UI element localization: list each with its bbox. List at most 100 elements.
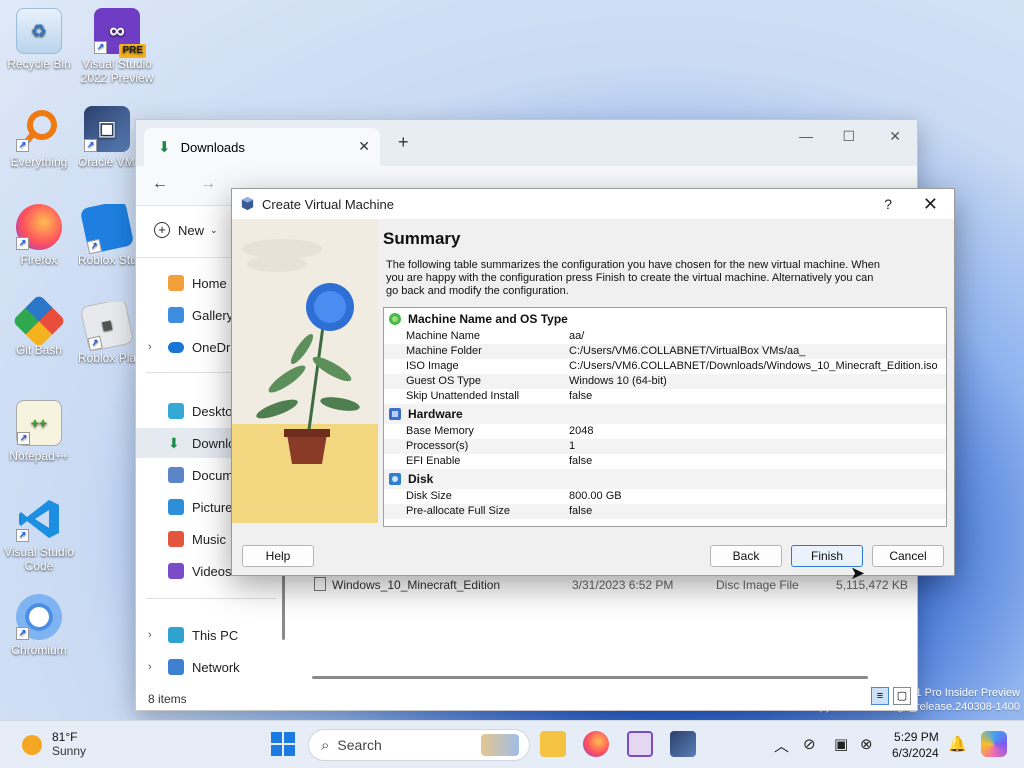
desktop-icon-firefox[interactable]: ↗ Firefox	[0, 204, 78, 267]
sidebar-item-this-pc[interactable]: › This PC	[136, 620, 286, 650]
tab-downloads[interactable]: ⬇ Downloads ✕	[144, 128, 380, 166]
desktop-icon-recycle-bin[interactable]: ♻ Recycle Bin	[0, 8, 78, 71]
maximize-button[interactable]: ☐	[842, 128, 855, 145]
help-button[interactable]: Help	[242, 545, 314, 567]
summary-table: Machine Name and OS Type Machine Name aa/…	[383, 307, 947, 527]
pictures-icon	[168, 499, 184, 515]
start-button[interactable]	[270, 731, 296, 757]
file-size: 5,115,472 KB	[836, 578, 908, 592]
details-view-icon[interactable]: ≡	[871, 687, 889, 705]
row-value: 1	[569, 440, 576, 452]
virtualbox-icon: ▣ ↗	[84, 106, 130, 152]
chevron-right-icon[interactable]: ›	[148, 629, 152, 641]
desktop-icon-chromium[interactable]: ↗ Chromium	[0, 594, 78, 657]
cloud-icon	[168, 341, 184, 353]
cancel-button[interactable]: Cancel	[872, 545, 944, 567]
row-value: 800.00 GB	[569, 490, 622, 502]
desktop-icon-roblox-studio[interactable]: ↗ Roblox Studio	[78, 204, 136, 267]
table-row: Processor(s) 1	[384, 439, 946, 454]
table-row: Skip Unattended Install false	[384, 389, 946, 404]
desktop-icon-vscode[interactable]: ↗ Visual Studio Code	[0, 496, 78, 573]
shortcut-arrow-icon: ↗	[87, 335, 103, 352]
sun-icon	[22, 735, 42, 755]
desktop-icon-everything[interactable]: ↗ Everything	[0, 106, 78, 169]
copilot-icon[interactable]	[981, 731, 1007, 757]
row-value: false	[569, 390, 593, 402]
row-value: aa/	[569, 330, 585, 342]
create-vm-dialog: Create Virtual Machine ? ✕ Summary The f…	[231, 188, 955, 576]
sidebar-divider	[146, 598, 276, 599]
notepad-taskbar-icon[interactable]	[627, 731, 653, 757]
new-tab-button[interactable]: +	[398, 132, 409, 153]
section-title: Disk	[408, 472, 434, 486]
new-button[interactable]: + New ⌄	[154, 222, 218, 238]
back-button[interactable]: Back	[710, 545, 782, 567]
document-icon	[168, 467, 184, 483]
file-row[interactable]: Windows_10_Minecraft_Edition 3/31/2023 6…	[314, 575, 914, 595]
table-row: ISO Image C:/Users/VM6.COLLABNET/Download…	[384, 359, 946, 374]
table-row: EFI Enable false	[384, 454, 946, 469]
forward-arrow-icon[interactable]: →	[200, 175, 216, 193]
shortcut-arrow-icon: ↗	[16, 139, 29, 152]
close-window-button[interactable]: ✕	[889, 128, 901, 145]
desktop-icon-virtualbox[interactable]: ▣ ↗ Oracle VM VirtualBox	[78, 106, 136, 169]
table-row: Disk Size 800.00 GB	[384, 489, 946, 504]
help-icon[interactable]: ?	[884, 196, 892, 212]
gallery-icon	[168, 307, 184, 323]
taskbar: 81°F Sunny ⌕ Search ︿ ⊘ ▣ ⊗ 5:29 PM 6/3/…	[0, 720, 1024, 768]
row-key: Machine Name	[406, 330, 480, 342]
notification-bell-icon[interactable]: 🔔	[948, 735, 967, 753]
new-label: New	[178, 222, 205, 238]
desktop-icon-visual-studio-preview[interactable]: ∞ PRE ↗ Visual Studio 2022 Preview	[78, 8, 156, 85]
row-value: C:/Users/VM6.COLLABNET/VirtualBox VMs/aa…	[569, 345, 806, 357]
desktop-icon-label: Chromium	[11, 643, 67, 657]
sidebar-item-label: Home	[192, 275, 227, 291]
music-icon	[168, 531, 184, 547]
search-icon: ⌕	[321, 736, 330, 754]
desktop-icon-label: Recycle Bin	[7, 57, 71, 71]
chevron-right-icon[interactable]: ›	[148, 661, 152, 673]
shortcut-arrow-icon: ↗	[16, 529, 29, 542]
system-clock[interactable]: 5:29 PM 6/3/2024	[892, 729, 939, 761]
table-row: Guest OS Type Windows 10 (64-bit)	[384, 374, 946, 389]
close-tab-icon[interactable]: ✕	[358, 138, 370, 155]
horizontal-scrollbar[interactable]	[312, 676, 868, 679]
chevron-up-icon[interactable]: ︿	[774, 735, 789, 756]
file-type: Disc Image File	[716, 578, 799, 592]
desktop-icon	[168, 403, 184, 419]
search-highlight-icon	[481, 734, 519, 756]
section-machine-name-os-type: Machine Name and OS Type	[384, 309, 946, 329]
taskbar-search[interactable]: ⌕ Search	[308, 729, 530, 761]
table-row: Pre-allocate Full Size false	[384, 504, 946, 519]
virtualbox-taskbar-icon[interactable]	[670, 731, 696, 757]
roblox-player-icon: ■ ↗	[79, 302, 135, 353]
close-icon[interactable]: ✕	[923, 194, 938, 215]
git-bash-icon	[12, 294, 66, 348]
tiles-view-icon[interactable]: ▢	[893, 687, 911, 705]
section-title: Hardware	[408, 407, 463, 421]
firefox-taskbar-icon[interactable]	[583, 731, 609, 757]
desktop-icon-label: Notepad++	[9, 449, 69, 463]
back-arrow-icon[interactable]: ←	[152, 175, 168, 193]
file-explorer-taskbar-icon[interactable]	[540, 731, 566, 757]
sidebar-item-network[interactable]: › Network	[136, 652, 286, 682]
disc-image-file-icon	[314, 577, 326, 591]
row-key: ISO Image	[406, 360, 459, 372]
device-tray-icon[interactable]: ▣	[834, 735, 848, 753]
sound-tray-icon[interactable]: ⊗	[860, 735, 873, 753]
desktop-icon-label: Firefox	[20, 253, 58, 267]
section-disk: Disk	[384, 469, 946, 489]
network-tray-icon[interactable]: ⊘	[803, 735, 816, 753]
row-value: Windows 10 (64-bit)	[569, 375, 667, 387]
pre-badge: PRE	[119, 44, 146, 58]
row-value: C:/Users/VM6.COLLABNET/Downloads/Windows…	[569, 360, 938, 372]
table-row: Machine Folder C:/Users/VM6.COLLABNET/Vir…	[384, 344, 946, 359]
desktop-icon-notepad-plus-plus[interactable]: ++ ↗ Notepad++	[0, 400, 78, 463]
desktop-icon-git-bash[interactable]: Git Bash	[0, 294, 78, 357]
desktop-icon-roblox-player[interactable]: ■ ↗ Roblox Player	[78, 302, 136, 365]
chevron-down-icon: ⌄	[210, 224, 218, 235]
chevron-right-icon[interactable]: ›	[148, 341, 152, 353]
minimize-button[interactable]: —	[799, 128, 813, 144]
dialog-title-bar: Create Virtual Machine ? ✕	[232, 189, 954, 219]
weather-widget[interactable]: 81°F Sunny	[22, 730, 86, 758]
